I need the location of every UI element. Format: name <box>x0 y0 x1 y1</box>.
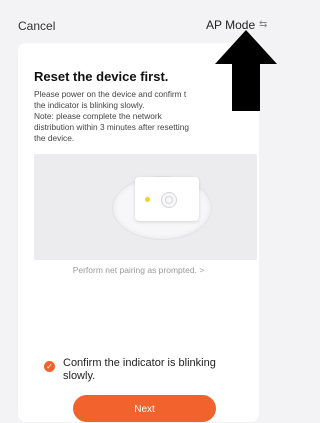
pairing-help-link[interactable]: Perform net pairing as prompted. > <box>18 265 259 275</box>
indicator-led-icon <box>145 197 150 202</box>
instruction-line: the device. <box>34 133 75 143</box>
instruction-line: distribution within 3 minutes after rese… <box>34 122 189 132</box>
confirm-indicator-label[interactable]: Confirm the indicator is blinking slowly… <box>63 357 249 383</box>
reset-button-icon <box>161 192 177 208</box>
cancel-button[interactable]: Cancel <box>18 19 55 33</box>
up-arrow-icon <box>215 30 277 111</box>
next-button[interactable]: Next <box>73 395 216 422</box>
page-title: Reset the device first. <box>34 69 169 84</box>
switch-mode-icon[interactable]: ⇆ <box>259 19 267 30</box>
confirm-checkbox-icon[interactable]: ✓ <box>44 361 55 372</box>
device-illustration <box>34 154 257 260</box>
instruction-line: Note: please complete the network <box>34 111 162 121</box>
